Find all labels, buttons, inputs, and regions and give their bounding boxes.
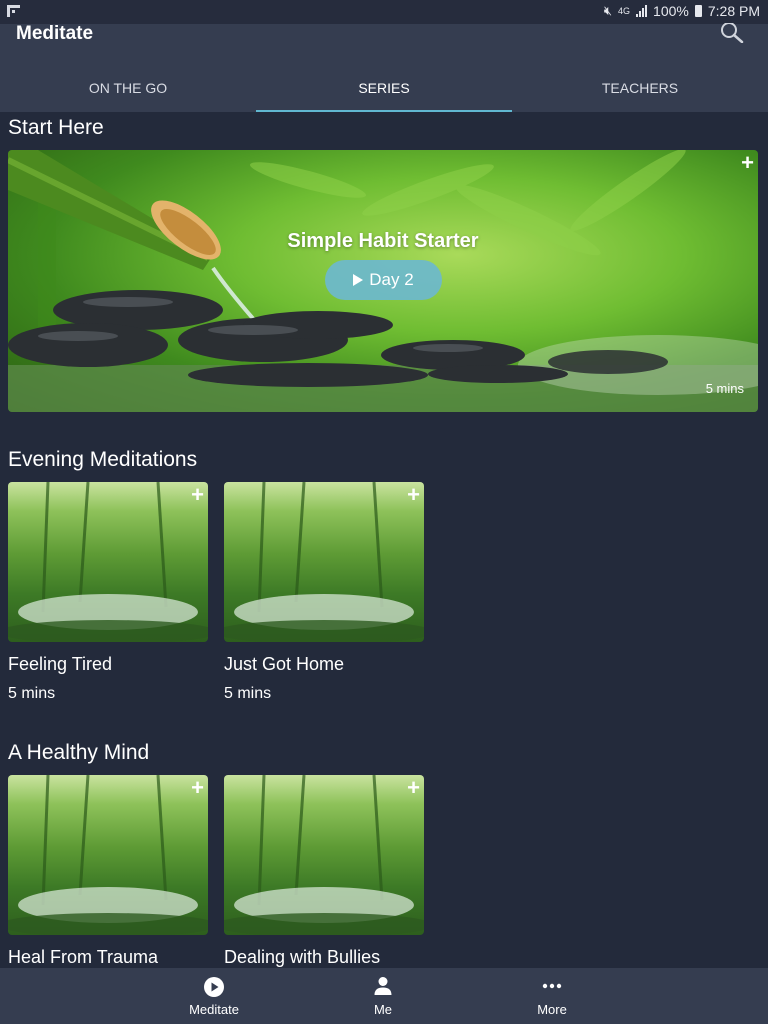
tab-series[interactable]: SERIES	[256, 68, 512, 112]
card-heal-from-trauma[interactable]: + Heal From Trauma	[8, 775, 208, 968]
bottom-nav: Meditate Me More	[0, 968, 768, 1024]
app-bar: Meditate ON THE GO SERIES TEACHERS	[0, 22, 768, 112]
nav-label: Me	[373, 1002, 393, 1017]
play-day-button[interactable]: Day 2	[325, 260, 442, 300]
card-title: Dealing with Bullies	[224, 947, 381, 967]
card-dealing-with-bullies[interactable]: + Dealing with Bullies	[224, 775, 424, 968]
tab-teachers[interactable]: TEACHERS	[512, 68, 768, 112]
series-content[interactable]: Start Here + Simple Habit Starter Day 2 …	[0, 112, 768, 968]
add-icon[interactable]: +	[407, 484, 420, 506]
add-icon[interactable]: +	[741, 152, 754, 174]
search-icon[interactable]	[720, 22, 744, 44]
network-type: 4G	[618, 6, 631, 16]
signal-icon	[636, 5, 648, 17]
card-feeling-tired[interactable]: + Feeling Tired 5 mins	[8, 482, 208, 703]
hero-title: Simple Habit Starter	[287, 230, 479, 252]
card-title: Just Got Home	[224, 654, 345, 674]
forest-stream-image: +	[8, 482, 208, 642]
hero-duration: 5 mins	[705, 381, 744, 396]
mute-icon: 🔇︎	[603, 3, 613, 18]
add-icon[interactable]: +	[191, 484, 204, 506]
tab-on-the-go[interactable]: ON THE GO	[0, 68, 256, 112]
battery-icon	[694, 5, 702, 17]
nav-label: More	[537, 1002, 567, 1017]
nav-label: Meditate	[189, 1002, 239, 1017]
nav-me[interactable]: Me	[338, 968, 428, 1024]
app-notification-icon	[7, 5, 20, 17]
add-icon[interactable]: +	[191, 777, 204, 799]
play-circle-icon	[204, 977, 224, 997]
play-day-label: Day 2	[369, 270, 414, 289]
nav-meditate[interactable]: Meditate	[169, 968, 259, 1024]
forest-stream-image: +	[224, 482, 424, 642]
forest-stream-image: +	[8, 775, 208, 935]
card-just-got-home[interactable]: + Just Got Home 5 mins	[224, 482, 424, 703]
more-dots-icon	[542, 983, 562, 989]
card-duration: 5 mins	[224, 685, 272, 702]
section-title-healthy-mind: A Healthy Mind	[8, 741, 150, 764]
person-icon	[374, 977, 392, 995]
card-title: Heal From Trauma	[8, 947, 159, 967]
forest-stream-image: +	[224, 775, 424, 935]
add-icon[interactable]: +	[407, 777, 420, 799]
section-title-start-here: Start Here	[8, 116, 104, 139]
tab-bar: ON THE GO SERIES TEACHERS	[0, 68, 768, 112]
clock: 7:28 PM	[707, 3, 760, 19]
hero-card-simple-habit-starter[interactable]: + Simple Habit Starter Day 2 5 mins	[8, 150, 758, 412]
nav-more[interactable]: More	[507, 968, 597, 1024]
play-icon	[353, 274, 364, 286]
section-title-evening: Evening Meditations	[8, 448, 198, 471]
battery-percent: 100%	[653, 3, 689, 19]
page-title: Meditate	[16, 23, 94, 44]
card-title: Feeling Tired	[8, 654, 113, 674]
status-bar: 🔇︎ 4G 100% 7:28 PM	[0, 0, 768, 24]
card-duration: 5 mins	[8, 685, 56, 702]
